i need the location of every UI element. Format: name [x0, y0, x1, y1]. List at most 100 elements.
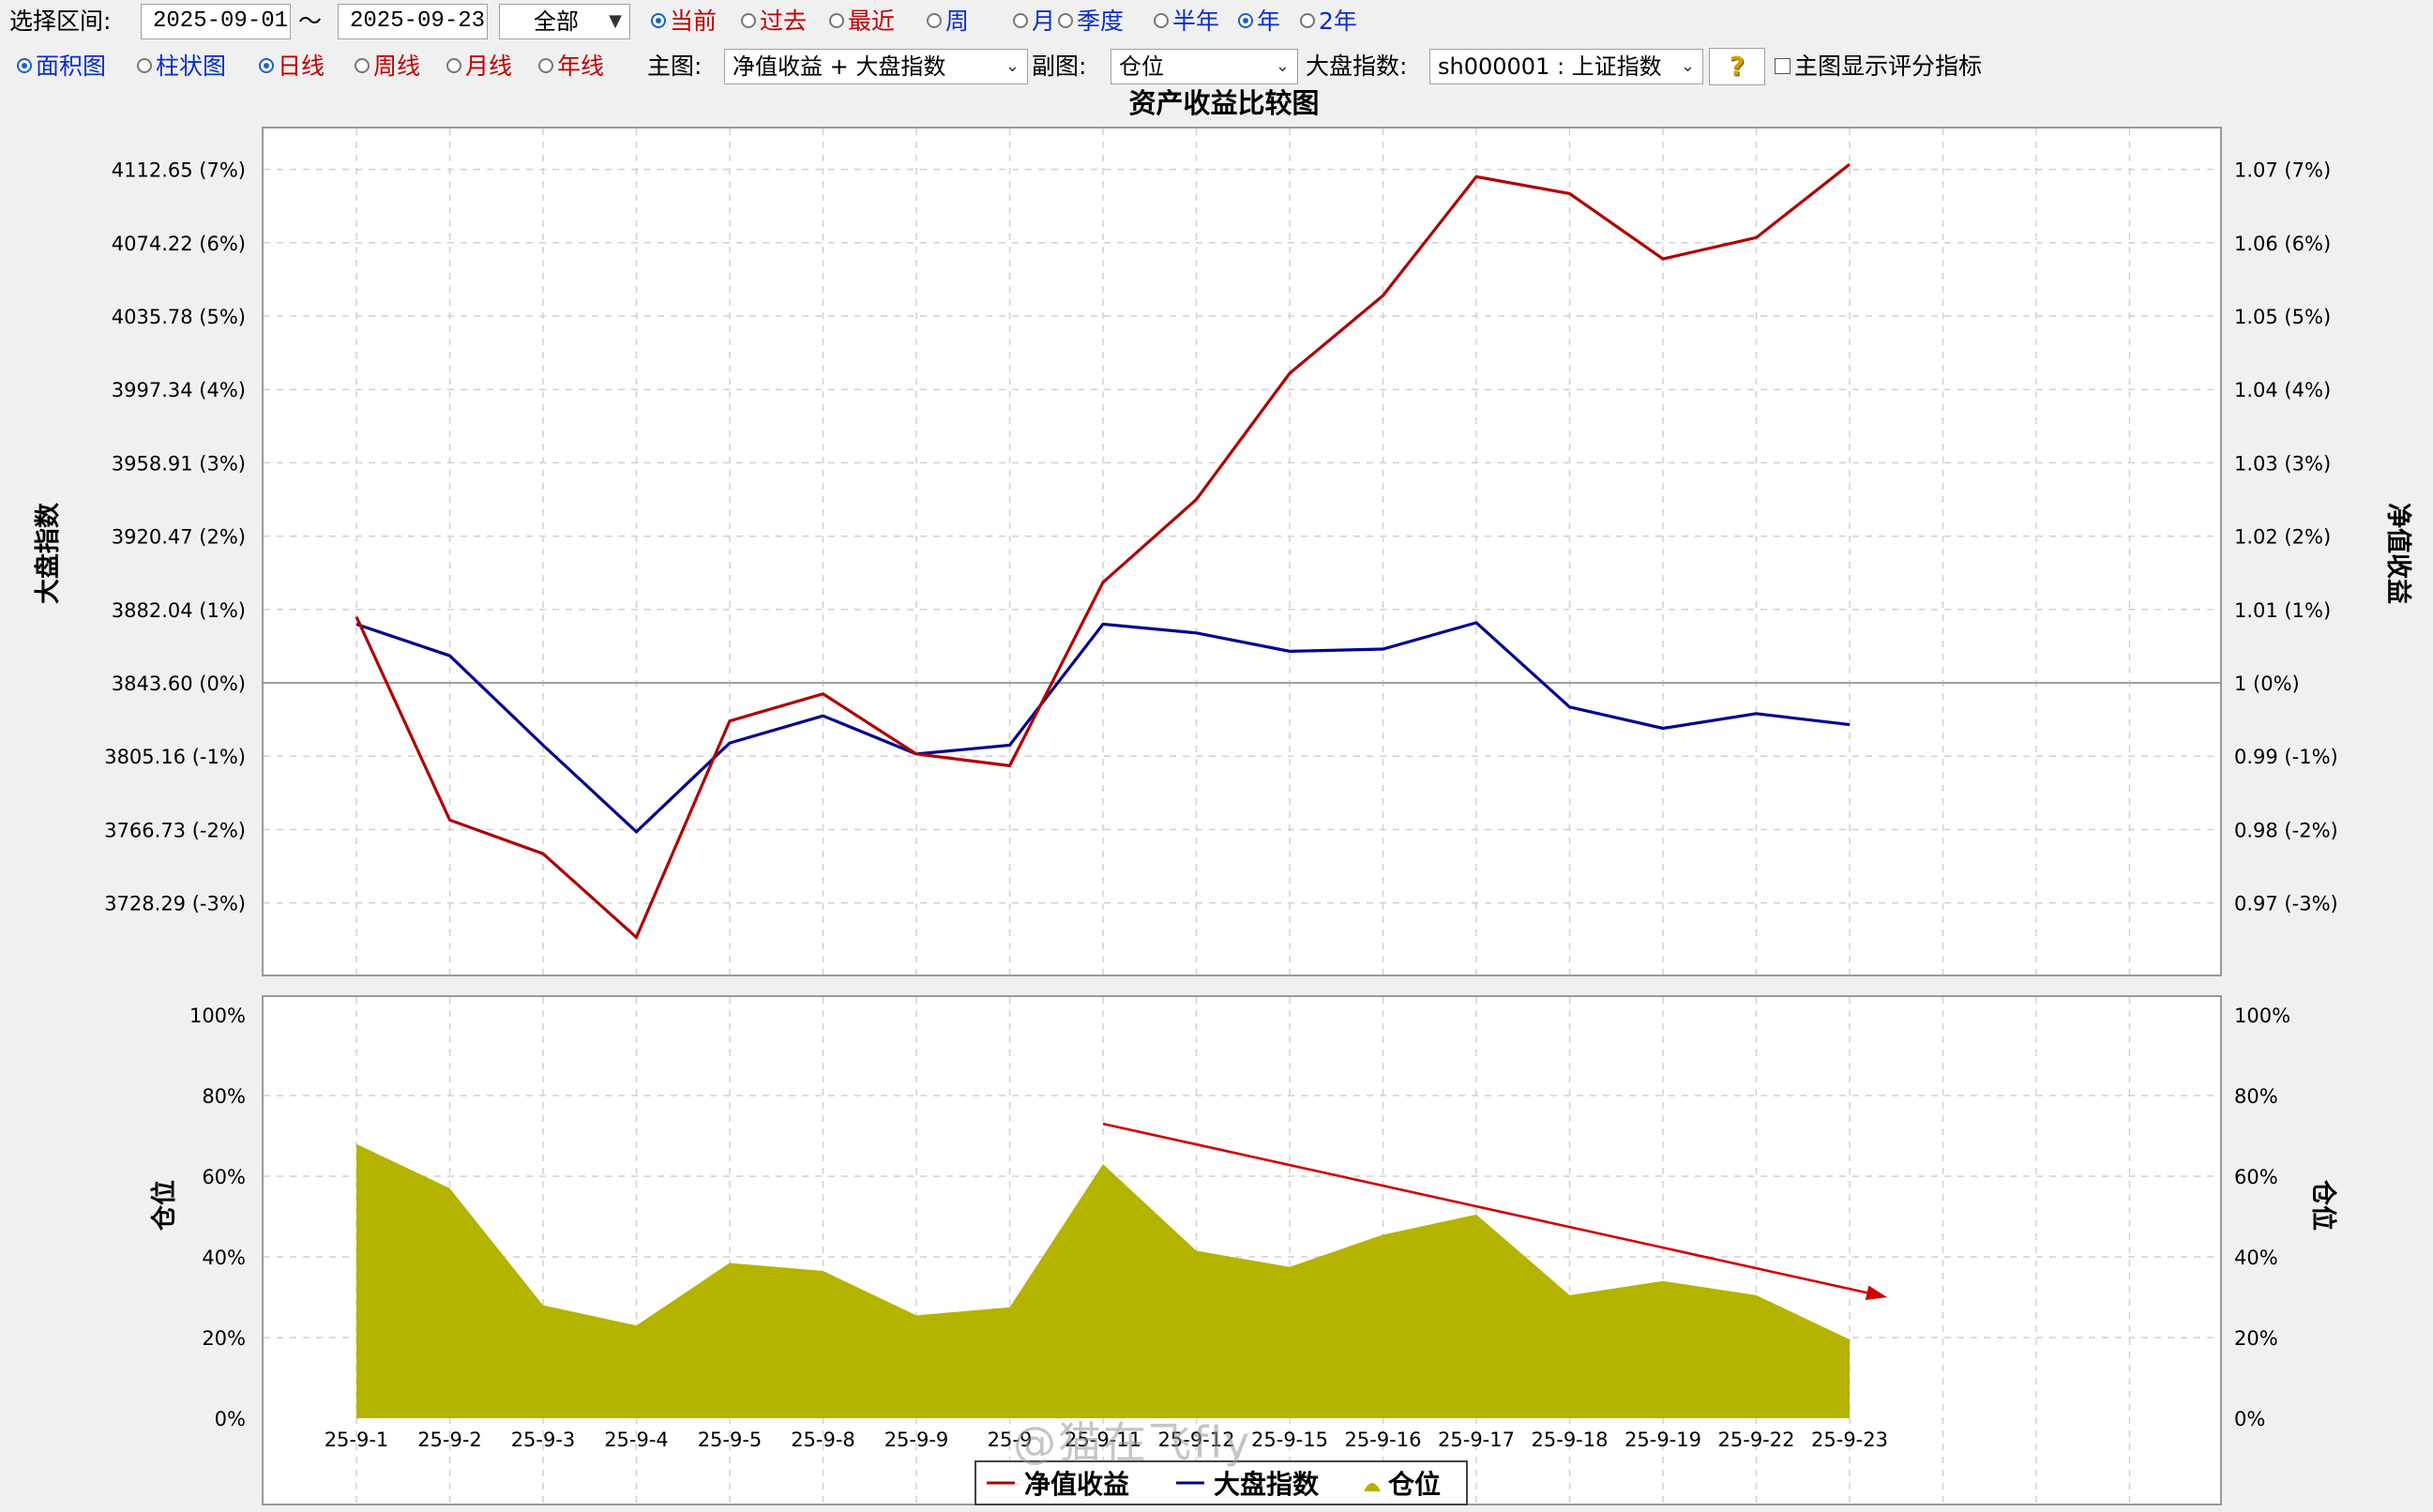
index-label: 大盘指数: — [1306, 53, 1408, 80]
radio-label: 年线 — [557, 53, 605, 80]
radio-period-options-6[interactable]: 半年 — [1154, 0, 1219, 43]
main-ytick-left: 3920.47 (2%) — [112, 526, 246, 549]
x-tick-label: 25-9-4 — [604, 1429, 669, 1451]
radio-period-options-7[interactable]: 年 — [1238, 0, 1280, 43]
sub-chart-select-value: 仓位 — [1119, 53, 1164, 80]
main-ylabel-right: 净值收益 — [2383, 503, 2412, 604]
radio-period-options-1[interactable]: 过去 — [741, 0, 807, 43]
x-tick-label: 25-9-15 — [1251, 1429, 1328, 1451]
radio-period-options-5[interactable]: 季度 — [1058, 0, 1124, 43]
date-to-input[interactable]: 2025-09-23 — [338, 4, 488, 39]
radio-chart-types-0[interactable]: 面积图 — [17, 45, 106, 88]
score-checkbox[interactable]: 主图显示评分指标 — [1775, 45, 1982, 88]
scope-select-value: 全部 — [534, 8, 579, 35]
radio-label: 过去 — [760, 8, 808, 35]
main-ytick-right: 0.98 (-2%) — [2234, 819, 2338, 841]
x-tick-label: 25-9-19 — [1625, 1429, 1701, 1451]
sub-ytick-left: 60% — [202, 1166, 246, 1188]
radio-period-options-3[interactable]: 周 — [927, 0, 969, 43]
main-chart-select-value: 净值收益 + 大盘指数 — [733, 53, 946, 80]
x-tick-label: 25-9-18 — [1532, 1429, 1609, 1451]
radio-dot[interactable] — [1058, 13, 1073, 28]
radio-period-options-8[interactable]: 2年 — [1300, 0, 1357, 43]
checkbox-box[interactable] — [1775, 57, 1791, 74]
sub-chart-label: 副图: — [1032, 53, 1087, 80]
main-ytick-right: 1.04 (4%) — [2234, 379, 2331, 401]
chart-title: 资产收益比较图 — [1128, 87, 1319, 119]
radio-dot[interactable] — [1238, 13, 1253, 28]
scope-select[interactable]: 全部 ▼ — [499, 4, 630, 39]
radio-dot[interactable] — [651, 13, 666, 28]
main-chart-label: 主图: — [647, 53, 703, 80]
watermark: @猫在飞fly — [1013, 1417, 1252, 1468]
radio-line-types-1[interactable]: 周线 — [355, 45, 420, 88]
radio-chart-types-1[interactable]: 柱状图 — [137, 45, 226, 88]
index-select-value: sh000001 : 上证指数 — [1438, 53, 1662, 80]
radio-dot[interactable] — [1154, 13, 1169, 28]
sub-ytick-left: 20% — [202, 1327, 246, 1350]
date-from-input[interactable]: 2025-09-01 — [141, 4, 291, 39]
sub-ytick-right: 80% — [2234, 1085, 2278, 1108]
main-ytick-left: 3843.60 (0%) — [112, 673, 246, 695]
main-ytick-left: 4074.22 (6%) — [112, 233, 246, 255]
radio-dot[interactable] — [17, 58, 32, 73]
main-ytick-left: 3805.16 (-1%) — [104, 746, 246, 768]
x-tick-label: 25-9-9 — [884, 1429, 949, 1451]
main-ytick-right: 1.06 (6%) — [2234, 233, 2331, 255]
help-button[interactable]: ? — [1709, 48, 1765, 85]
sub-ytick-left: 100% — [189, 1005, 246, 1027]
radio-period-options-0[interactable]: 当前 — [651, 0, 717, 43]
radio-dot[interactable] — [259, 58, 274, 73]
main-ytick-left: 3728.29 (-3%) — [104, 893, 246, 915]
sub-ylabel-right: 仓位 — [2308, 1179, 2338, 1231]
main-ytick-right: 1.01 (1%) — [2234, 599, 2331, 622]
radio-dot[interactable] — [538, 58, 553, 73]
main-ytick-right: 1 (0%) — [2234, 673, 2300, 695]
radio-period-options-2[interactable]: 最近 — [829, 0, 895, 43]
x-tick-label: 25-9-2 — [417, 1429, 482, 1451]
radio-dot[interactable] — [446, 58, 461, 73]
radio-dot[interactable] — [829, 13, 844, 28]
legend-label: 净值收益 — [1024, 1469, 1129, 1500]
legend-label: 大盘指数 — [1214, 1469, 1320, 1500]
sub-chart-select[interactable]: 仓位 ⌄ — [1111, 49, 1298, 84]
x-tick-label: 25-9-1 — [325, 1429, 389, 1451]
radio-label: 当前 — [670, 8, 718, 35]
main-ytick-right: 0.97 (-3%) — [2234, 893, 2338, 915]
main-ytick-right: 1.07 (7%) — [2234, 159, 2331, 182]
sub-ytick-right: 40% — [2234, 1247, 2278, 1269]
radio-dot[interactable] — [927, 13, 942, 28]
score-checkbox-label: 主图显示评分指标 — [1794, 53, 1983, 80]
radio-dot[interactable] — [1300, 13, 1315, 28]
radio-line-types-3[interactable]: 年线 — [538, 45, 604, 88]
sub-ytick-left: 40% — [202, 1247, 246, 1269]
main-ylabel-left: 大盘指数 — [33, 502, 63, 604]
radio-label: 年 — [1257, 8, 1281, 35]
asset-return-comparison-chart: 资产收益比较图 4112.65 (7%) 1.07 (7%) 4074.22 (6%… — [33, 87, 2412, 1505]
radio-dot[interactable] — [355, 58, 370, 73]
main-ytick-left: 4112.65 (7%) — [112, 159, 246, 182]
radio-label: 2年 — [1319, 8, 1357, 35]
main-chart-select[interactable]: 净值收益 + 大盘指数 ⌄ — [724, 49, 1028, 84]
radio-dot[interactable] — [137, 58, 152, 73]
index-select[interactable]: sh000001 : 上证指数 ⌄ — [1429, 49, 1703, 84]
range-tilde: ～ — [298, 8, 323, 35]
radio-line-types-0[interactable]: 日线 — [259, 45, 325, 88]
x-tick-label: 25-9-23 — [1811, 1429, 1888, 1451]
main-plot-area — [262, 127, 2222, 976]
radio-label: 月 — [1032, 8, 1056, 35]
main-ytick-left: 3958.91 (3%) — [112, 452, 246, 475]
sub-ytick-right: 100% — [2234, 1005, 2290, 1027]
main-ytick-left: 3882.04 (1%) — [112, 599, 246, 622]
radio-line-types-2[interactable]: 月线 — [446, 45, 512, 88]
range-label: 选择区间: — [9, 8, 112, 35]
legend-label: 仓位 — [1388, 1469, 1441, 1500]
x-tick-label: 25-9-5 — [698, 1429, 763, 1451]
main-ytick-right: 1.03 (3%) — [2234, 452, 2331, 475]
radio-label: 最近 — [848, 8, 896, 35]
radio-dot[interactable] — [741, 13, 756, 28]
radio-label: 周线 — [373, 53, 421, 80]
radio-dot[interactable] — [1013, 13, 1028, 28]
x-tick-label: 25-9-3 — [511, 1429, 576, 1451]
radio-period-options-4[interactable]: 月 — [1013, 0, 1055, 43]
